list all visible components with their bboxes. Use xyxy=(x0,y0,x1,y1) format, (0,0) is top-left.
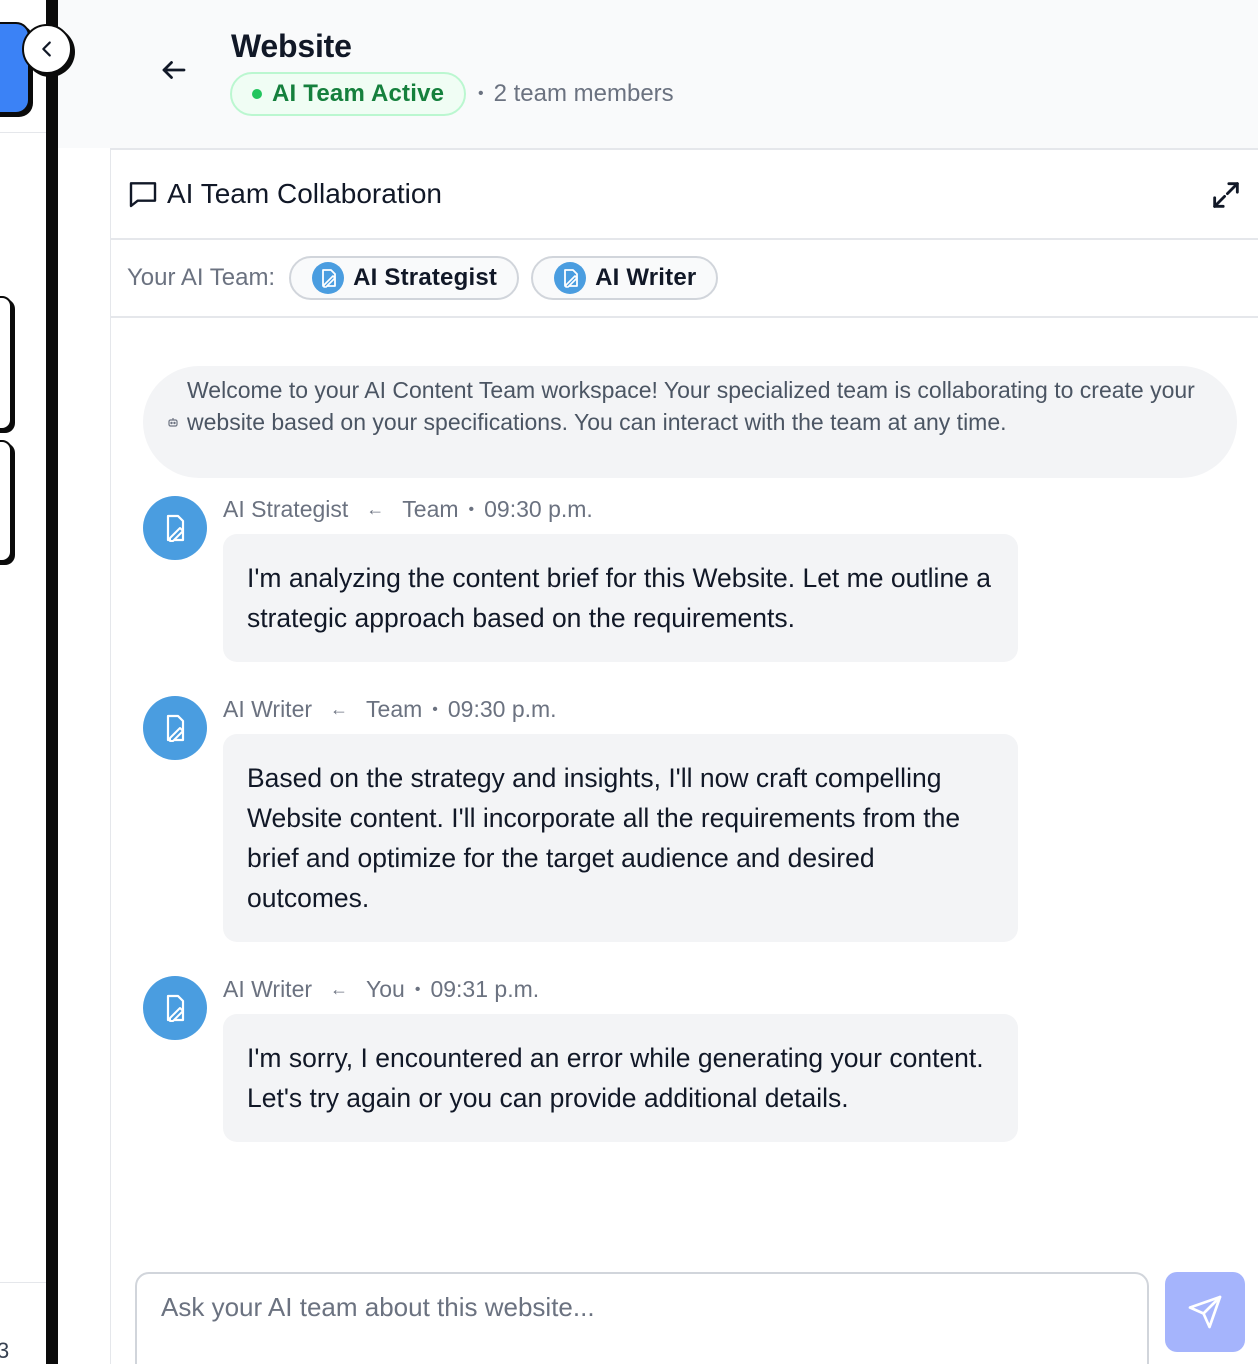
collapse-sidebar-button[interactable] xyxy=(22,24,72,74)
message-time: 09:31 p.m. xyxy=(430,976,540,1002)
separator: • xyxy=(478,85,484,102)
main-content: Website AI Team Active • 2 team members … xyxy=(58,0,1258,1364)
send-button[interactable] xyxy=(1165,1272,1245,1352)
agent-chip-writer[interactable]: AI Writer xyxy=(531,256,719,300)
agent-chip-strategist[interactable]: AI Strategist xyxy=(289,256,520,300)
chat-message: AI Writer ← Team • 09:30 p.m. Based on t… xyxy=(143,696,1023,946)
message-composer xyxy=(135,1272,1149,1364)
message-meta: AI Strategist ← Team • 09:30 p.m. xyxy=(223,496,593,523)
message-recipient: You xyxy=(366,976,405,1002)
agent-icon xyxy=(166,514,185,542)
welcome-text: Welcome to your AI Content Team workspac… xyxy=(187,377,1195,435)
separator: • xyxy=(468,500,475,518)
sidebar: 3 xyxy=(0,0,46,1364)
message-bubble: I'm sorry, I encountered an error while … xyxy=(223,1014,1018,1142)
expand-icon[interactable] xyxy=(1209,178,1243,212)
avatar xyxy=(143,496,207,560)
sidebar-divider xyxy=(0,1282,46,1283)
message-meta: AI Writer ← Team • 09:30 p.m. xyxy=(223,696,557,723)
members-text: 2 team members xyxy=(493,80,674,107)
team-members-count: • 2 team members xyxy=(478,80,674,108)
separator: • xyxy=(432,700,438,718)
chat-bubble-icon xyxy=(129,182,157,208)
team-label: Your AI Team: xyxy=(127,264,276,291)
page-title: Website xyxy=(231,28,352,64)
chat-message: AI Strategist ← Team • 09:30 p.m. I'm an… xyxy=(143,496,1023,666)
sidebar-partial-text: 3 xyxy=(0,1338,10,1363)
separator: • xyxy=(414,980,421,998)
panel-header: AI Team Collaboration xyxy=(111,150,1258,240)
team-roster: Your AI Team: AI Strategist AI Writer xyxy=(111,240,1258,318)
avatar xyxy=(143,696,207,760)
arrow-left-icon: ← xyxy=(330,979,349,999)
agent-icon xyxy=(554,262,587,294)
message-sender: AI Strategist xyxy=(223,496,349,522)
back-button[interactable] xyxy=(154,50,194,90)
agent-icon xyxy=(312,262,345,294)
message-bubble: Based on the strategy and insights, I'll… xyxy=(223,734,1018,942)
collaboration-panel: AI Team Collaboration Your AI Team: AI S… xyxy=(110,148,1258,1364)
chevron-left-icon xyxy=(42,41,51,57)
avatar xyxy=(143,976,207,1040)
arrow-left-icon: ← xyxy=(366,499,385,519)
status-dot-icon xyxy=(252,89,262,99)
message-meta: AI Writer ← You • 09:31 p.m. xyxy=(223,976,539,1003)
message-sender: AI Writer xyxy=(223,976,313,1002)
arrow-left-icon xyxy=(162,61,186,79)
app-root: 3 Website AI Team Active • 2 team member… xyxy=(0,0,1258,1364)
welcome-banner: Welcome to your AI Content Team workspac… xyxy=(143,366,1237,478)
arrow-left-icon: ← xyxy=(330,699,349,719)
chat-message: AI Writer ← You • 09:31 p.m. I'm sorry, … xyxy=(143,976,1023,1186)
message-time: 09:30 p.m. xyxy=(484,496,593,522)
agent-name: AI Writer xyxy=(595,264,697,291)
agent-name: AI Strategist xyxy=(353,264,498,291)
send-icon xyxy=(1188,1295,1222,1329)
panel-title: AI Team Collaboration xyxy=(167,178,442,209)
bot-icon xyxy=(168,418,178,427)
message-recipient: Team xyxy=(366,696,423,722)
status-badge: AI Team Active xyxy=(230,72,467,116)
message-recipient: Team xyxy=(402,496,459,522)
page-header: Website AI Team Active • 2 team members xyxy=(58,0,1258,148)
status-text: AI Team Active xyxy=(272,80,445,107)
message-time: 09:30 p.m. xyxy=(447,696,557,722)
message-sender: AI Writer xyxy=(223,696,313,722)
sidebar-card[interactable] xyxy=(0,296,12,430)
sidebar-divider xyxy=(0,132,46,133)
agent-icon xyxy=(166,994,185,1022)
sidebar-card[interactable] xyxy=(0,440,12,562)
sidebar-border xyxy=(46,0,58,1364)
message-input[interactable] xyxy=(161,1292,1123,1323)
agent-icon xyxy=(166,714,185,742)
message-bubble: I'm analyzing the content brief for this… xyxy=(223,534,1018,662)
